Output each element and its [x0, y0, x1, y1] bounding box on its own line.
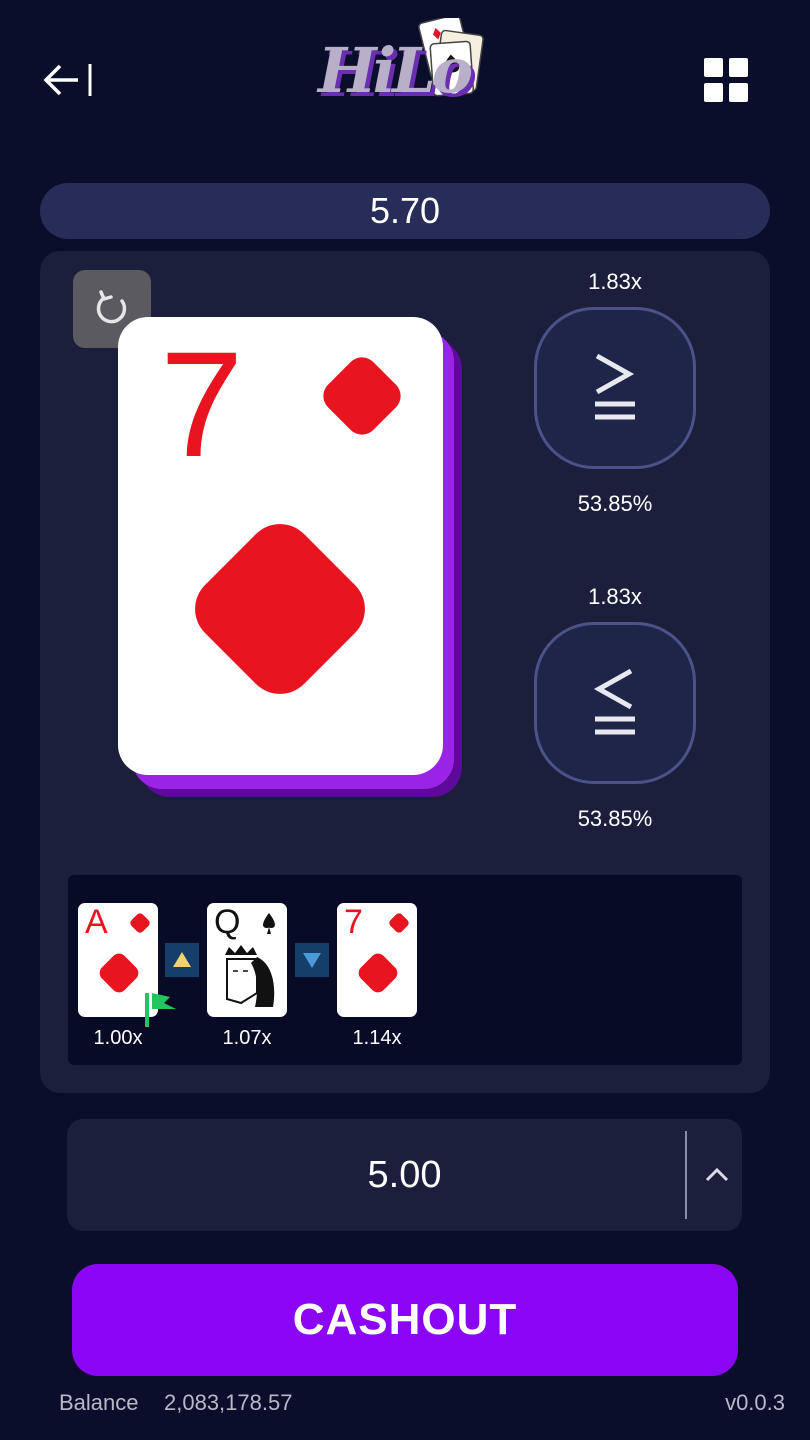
- back-button[interactable]: [40, 58, 96, 102]
- lower-multiplier: 1.83x: [588, 584, 642, 609]
- grid-icon: [704, 58, 748, 102]
- higher-multiplier: 1.83x: [588, 269, 642, 294]
- history-multiplier: 1.14x: [352, 1027, 402, 1049]
- greater-equal-icon: [595, 353, 635, 420]
- chevron-up-icon: [705, 1167, 729, 1182]
- history-multiplier: 1.07x: [222, 1027, 272, 1049]
- game-panel: 7 1.83x 53.85% 1.83x 53.85% A 1.00x Q 1.…: [40, 251, 770, 1093]
- lower-bet-group: 1.83x 53.85%: [530, 584, 700, 832]
- start-flag-icon: [145, 993, 176, 1027]
- triangle-up-icon: [173, 952, 191, 967]
- direction-badge: [165, 943, 199, 977]
- playing-card: 7: [118, 317, 443, 775]
- direction-badge: [295, 943, 329, 977]
- menu-button[interactable]: [704, 58, 748, 102]
- balance-label: Balance: [59, 1390, 139, 1415]
- top-bar: HiLo: [0, 0, 810, 160]
- bet-amount-field[interactable]: 5.00: [67, 1119, 742, 1231]
- triangle-down-icon: [303, 953, 321, 968]
- version-label: v0.0.3: [725, 1390, 785, 1415]
- footer: Balance 2,083,178.57 v0.0.3: [0, 1386, 810, 1420]
- card-history: A 1.00x Q 1.07x 7 1.14x: [68, 875, 742, 1065]
- lower-or-equal-button[interactable]: [534, 622, 696, 784]
- bet-options-toggle[interactable]: [697, 1155, 737, 1195]
- balance-value: 2,083,178.57: [164, 1390, 293, 1415]
- diamond-suit-icon: [195, 357, 401, 694]
- history-multiplier: 1.00x: [93, 1027, 143, 1049]
- higher-or-equal-button[interactable]: [534, 307, 696, 469]
- logo-text: HiLo: [318, 34, 473, 107]
- bet-amount-value[interactable]: 5.00: [67, 1119, 742, 1231]
- diamond-suit-icon: [358, 913, 409, 993]
- arrow-left-bar-icon: [43, 64, 92, 96]
- lower-probability: 53.85%: [577, 806, 653, 831]
- hilo-logo: HiLo: [310, 18, 500, 108]
- payout-display: 5.70: [40, 183, 770, 239]
- higher-probability: 53.85%: [577, 491, 653, 516]
- current-card: 7: [118, 317, 463, 807]
- divider: [685, 1131, 687, 1219]
- history-card: Q: [207, 903, 287, 1017]
- cashout-button[interactable]: CASHOUT: [72, 1264, 738, 1376]
- less-equal-icon: [593, 668, 635, 735]
- queen-spades-face-icon: [225, 913, 275, 1007]
- higher-bet-group: 1.83x 53.85%: [530, 269, 700, 517]
- history-card: 7: [337, 903, 417, 1017]
